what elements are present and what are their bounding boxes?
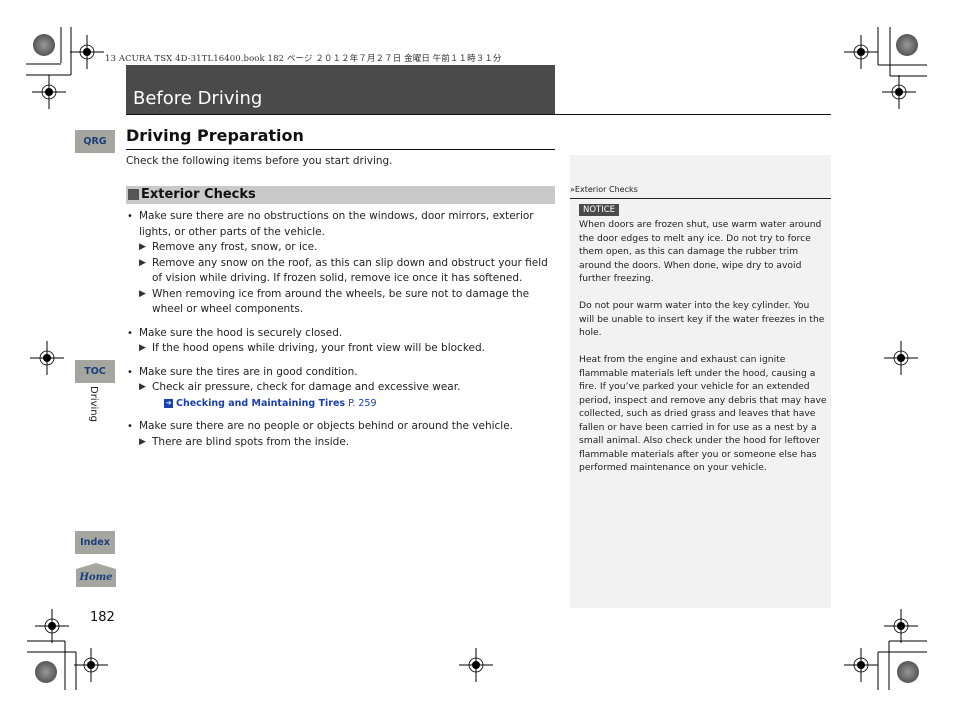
crosshair-icon: [843, 34, 879, 70]
crosshair-icon: [883, 608, 919, 644]
print-registration-marks: [26, 27, 927, 690]
crosshair-icon: [458, 647, 494, 683]
registration-target-icon: [35, 661, 57, 683]
crosshair-icon: [29, 340, 65, 376]
crosshair-icon: [34, 608, 70, 644]
crosshair-icon: [843, 647, 879, 683]
registration-target-icon: [33, 34, 55, 56]
registration-target-icon: [896, 34, 918, 56]
registration-target-icon: [897, 661, 919, 683]
crosshair-icon: [69, 34, 105, 70]
crosshair-icon: [883, 340, 919, 376]
crosshair-icon: [31, 74, 67, 110]
crosshair-icon: [881, 74, 917, 110]
crosshair-icon: [73, 647, 109, 683]
